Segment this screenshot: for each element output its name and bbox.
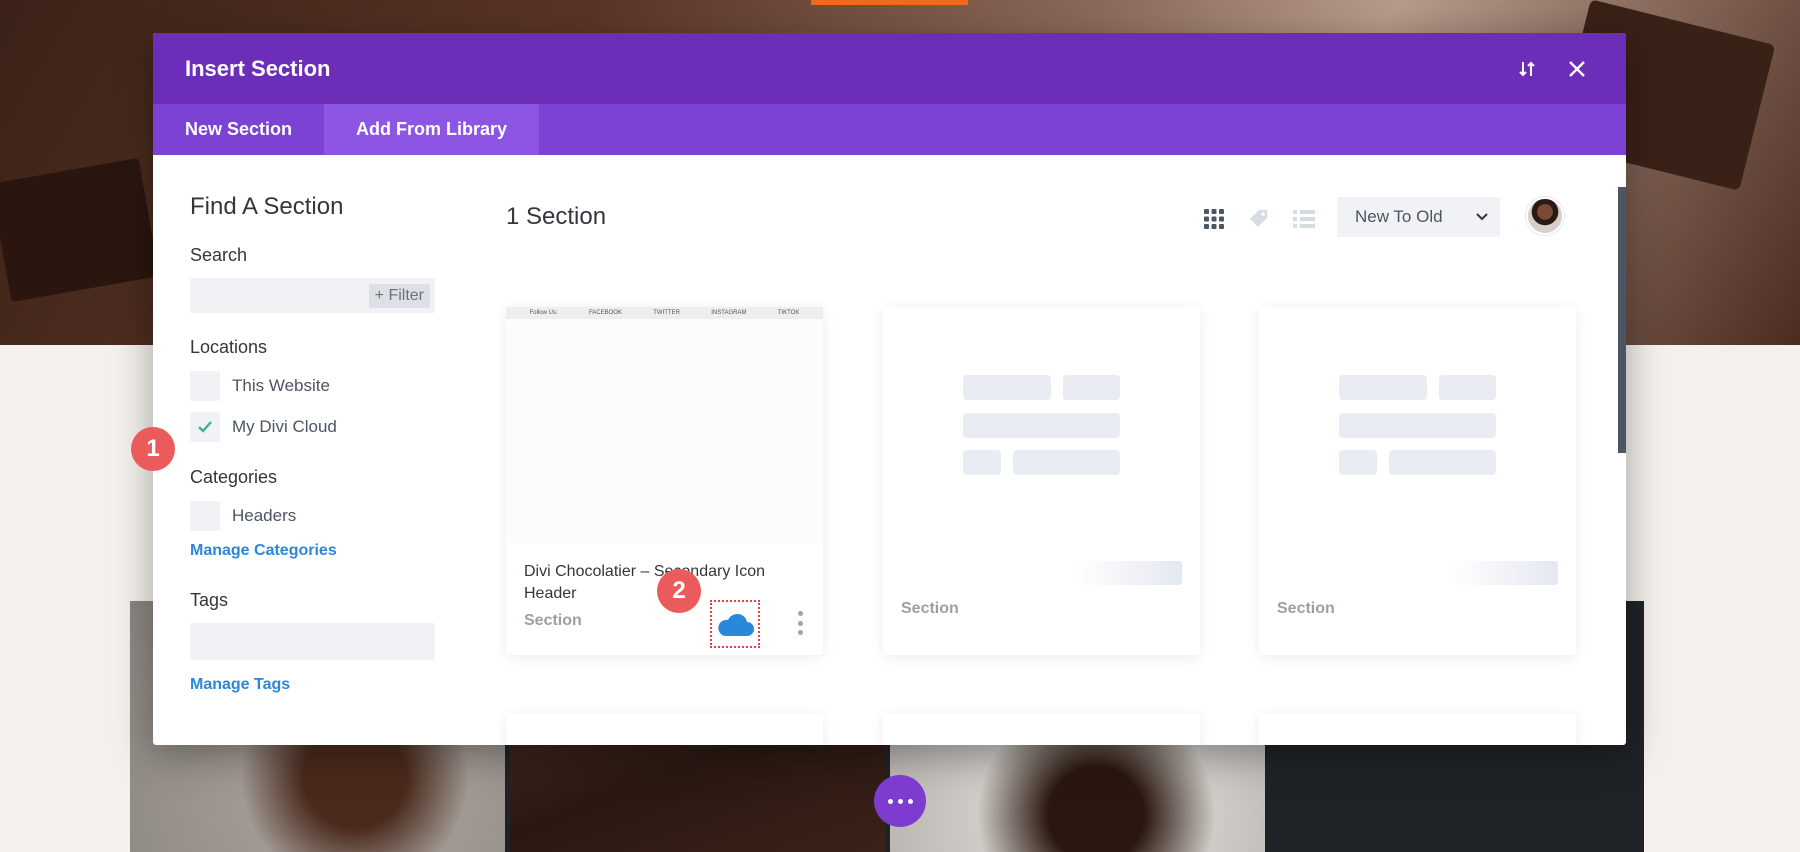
card-type: Section <box>524 612 582 629</box>
checkbox-label: This Website <box>232 376 330 395</box>
placeholder-bar <box>1013 450 1120 475</box>
library-card-placeholder <box>506 714 823 745</box>
placeholder-bar <box>1339 450 1377 475</box>
modal-body: Find A Section Search + Filter Locations… <box>153 155 1626 745</box>
tag-icon <box>1249 209 1267 227</box>
placeholder-bar <box>1389 450 1496 475</box>
thumb-text: INSTAGRAM <box>711 310 747 316</box>
close-button[interactable] <box>1560 52 1594 86</box>
modal-header: Insert Section <box>153 33 1626 104</box>
tags-label: Tags <box>190 590 229 610</box>
tab-add-from-library[interactable]: Add From Library <box>324 104 540 155</box>
card-thumbnail: Follow Us: FACEBOOK TWITTER INSTAGRAM TI… <box>506 307 823 543</box>
category-headers[interactable]: Headers <box>190 500 440 532</box>
list-view-button[interactable] <box>1291 206 1316 231</box>
section-count: 1 Section <box>506 203 607 230</box>
more-vertical-icon <box>797 630 803 635</box>
list-view-icon <box>1292 209 1315 228</box>
view-switcher <box>1201 206 1316 231</box>
search-input[interactable]: + Filter <box>190 278 435 313</box>
location-my-divi-cloud[interactable]: My Divi Cloud <box>190 411 440 443</box>
cloud-status-button[interactable] <box>710 600 760 648</box>
placeholder-bar <box>1063 375 1120 400</box>
thumb-text: FACEBOOK <box>588 310 622 316</box>
tag-view-button[interactable] <box>1246 206 1271 231</box>
ellipsis-icon <box>887 798 893 804</box>
ellipsis-icon <box>897 798 903 804</box>
sort-icon <box>1519 61 1535 76</box>
placeholder-bar <box>963 450 1001 475</box>
library-card-placeholder: Section <box>1259 307 1576 655</box>
placeholder-bar <box>1450 561 1558 585</box>
chevron-down-icon <box>1476 213 1488 221</box>
library-toolbar: 1 Section New To Old <box>506 155 1566 277</box>
check-icon <box>198 421 212 433</box>
ellipsis-icon <box>907 798 913 804</box>
library-card-placeholder <box>1259 714 1576 745</box>
insert-section-modal: Insert Section New Section Add From Libr… <box>153 33 1626 745</box>
search-label: Search <box>190 245 248 265</box>
thumb-text: TIKTOK <box>777 310 800 316</box>
thumb-social-bar: Follow Us: FACEBOOK TWITTER INSTAGRAM TI… <box>506 307 823 319</box>
step-badge-1: 1 <box>131 427 175 471</box>
step-badge-2: 2 <box>657 569 701 613</box>
chocolate-image <box>0 157 160 303</box>
more-vertical-icon <box>797 620 803 626</box>
sort-toggle-button[interactable] <box>1510 52 1544 86</box>
library-main: 1 Section New To Old Follow Us: FACEBOOK… <box>506 155 1576 745</box>
card-type: Section <box>1277 600 1335 617</box>
tab-bar: New Section Add From Library <box>153 104 1626 155</box>
card-type: Section <box>901 600 959 617</box>
placeholder-bar <box>963 375 1051 400</box>
sort-selected-value: New To Old <box>1355 207 1443 226</box>
thumb-text: TWITTER <box>653 310 680 316</box>
grid-view-button[interactable] <box>1201 206 1226 231</box>
filter-sidebar: Find A Section Search + Filter Locations… <box>190 155 440 694</box>
locations-label: Locations <box>190 337 268 357</box>
library-card-placeholder: Section <box>883 307 1200 655</box>
close-icon <box>1569 60 1585 77</box>
grid-view-icon <box>1203 208 1224 229</box>
more-vertical-icon <box>797 611 803 616</box>
accent-bar <box>811 0 968 5</box>
card-more-button[interactable] <box>793 611 807 635</box>
location-this-website[interactable]: This Website <box>190 370 440 402</box>
checkbox[interactable] <box>190 412 220 442</box>
modal-title: Insert Section <box>185 55 331 81</box>
checkbox-label: My Divi Cloud <box>232 417 337 436</box>
avatar[interactable] <box>1526 197 1564 235</box>
manage-tags-link[interactable]: Manage Tags <box>190 676 440 694</box>
sort-select[interactable]: New To Old <box>1337 197 1500 237</box>
filter-button[interactable]: + Filter <box>368 284 430 308</box>
cloud-icon <box>718 613 754 636</box>
more-options-button[interactable] <box>874 775 926 827</box>
placeholder-bar <box>1339 413 1496 438</box>
sidebar-title: Find A Section <box>190 193 344 220</box>
manage-categories-link[interactable]: Manage Categories <box>190 542 440 560</box>
tab-new-section[interactable]: New Section <box>153 104 324 155</box>
scrollbar[interactable] <box>1618 187 1626 453</box>
checkbox[interactable] <box>190 501 220 531</box>
placeholder-bar <box>1074 561 1182 585</box>
placeholder-bar <box>1339 375 1427 400</box>
checkbox-label: Headers <box>232 506 297 525</box>
thumb-text: Follow Us: <box>529 310 558 316</box>
tags-input[interactable] <box>190 623 435 660</box>
placeholder-bar <box>1439 375 1496 400</box>
categories-label: Categories <box>190 467 278 487</box>
library-card-placeholder <box>883 714 1200 745</box>
checkbox[interactable] <box>190 371 220 401</box>
placeholder-bar <box>963 413 1120 438</box>
